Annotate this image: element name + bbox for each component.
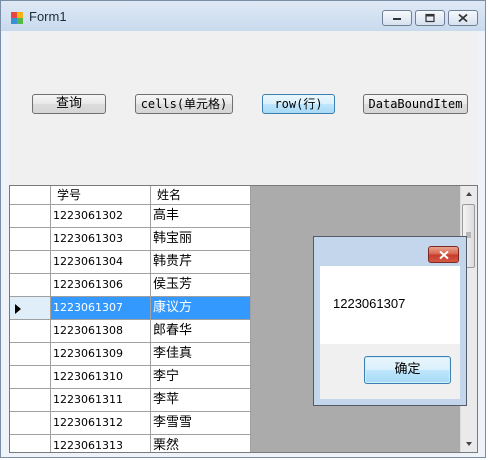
cell-id[interactable]: 1223061303 — [51, 228, 151, 251]
table-row[interactable]: 1223061302 高丰 — [10, 205, 251, 228]
minimize-button[interactable] — [382, 10, 412, 26]
row-header[interactable] — [10, 412, 51, 435]
cell-name[interactable]: 韩宝丽 — [151, 228, 251, 251]
arrow-down-icon — [466, 442, 472, 446]
arrow-up-icon — [466, 192, 472, 196]
table-row[interactable]: 1223061309 李佳真 — [10, 343, 251, 366]
maximize-icon — [425, 13, 435, 23]
title-bar[interactable]: Form1 — [1, 1, 485, 31]
table-row[interactable]: 1223061312 李雪雪 — [10, 412, 251, 435]
row-button[interactable]: row(行) — [262, 94, 335, 114]
cell-id[interactable]: 1223061313 — [51, 435, 151, 452]
cells-button[interactable]: cells(单元格) — [135, 94, 233, 114]
close-icon — [438, 250, 449, 259]
row-header[interactable] — [10, 366, 51, 389]
cell-id[interactable]: 1223061304 — [51, 251, 151, 274]
cell-id[interactable]: 1223061307 — [51, 297, 151, 320]
ok-button[interactable]: 确定 — [364, 356, 451, 384]
cell-name[interactable]: 李雪雪 — [151, 412, 251, 435]
cell-name[interactable]: 李苹 — [151, 389, 251, 412]
cell-name[interactable]: 高丰 — [151, 205, 251, 228]
databounditem-button[interactable]: DataBoundItem — [363, 94, 468, 114]
message-box: 1223061307 确定 — [313, 236, 467, 406]
maximize-button[interactable] — [415, 10, 445, 26]
table-row[interactable]: 1223061303 韩宝丽 — [10, 228, 251, 251]
row-header[interactable] — [10, 343, 51, 366]
window-title: Form1 — [29, 9, 67, 24]
message-body: 1223061307 — [320, 266, 460, 344]
message-footer: 确定 — [320, 344, 460, 399]
cell-id[interactable]: 1223061302 — [51, 205, 151, 228]
close-icon — [458, 13, 468, 23]
grid-corner-header[interactable] — [10, 186, 51, 205]
cell-name[interactable]: 郎春华 — [151, 320, 251, 343]
close-button[interactable] — [448, 10, 478, 26]
minimize-icon — [393, 18, 401, 20]
current-row-icon — [15, 304, 21, 314]
table-row[interactable]: 1223061310 李宁 — [10, 366, 251, 389]
scroll-down-button[interactable] — [461, 435, 477, 452]
table-row[interactable]: 1223061306 侯玉芳 — [10, 274, 251, 297]
table-row[interactable]: 1223061308 郎春华 — [10, 320, 251, 343]
table-row[interactable]: 1223061304 韩贵芹 — [10, 251, 251, 274]
row-header[interactable] — [10, 297, 51, 320]
row-header[interactable] — [10, 274, 51, 297]
cell-name[interactable]: 栗然 — [151, 435, 251, 452]
cell-name[interactable]: 韩贵芹 — [151, 251, 251, 274]
table-row[interactable]: 1223061311 李苹 — [10, 389, 251, 412]
cell-id[interactable]: 1223061306 — [51, 274, 151, 297]
app-icon — [11, 12, 23, 24]
cell-id[interactable]: 1223061308 — [51, 320, 151, 343]
message-text: 1223061307 — [333, 296, 406, 311]
message-close-button[interactable] — [428, 246, 459, 263]
cell-id[interactable]: 1223061311 — [51, 389, 151, 412]
row-header[interactable] — [10, 435, 51, 452]
table-row[interactable]: 1223061307 康议方 — [10, 297, 251, 320]
cell-name[interactable]: 侯玉芳 — [151, 274, 251, 297]
cell-name[interactable]: 康议方 — [151, 297, 251, 320]
query-button[interactable]: 查询 — [32, 94, 106, 114]
cell-name[interactable]: 李宁 — [151, 366, 251, 389]
row-header[interactable] — [10, 228, 51, 251]
row-header[interactable] — [10, 389, 51, 412]
scroll-up-button[interactable] — [461, 186, 477, 203]
cell-name[interactable]: 李佳真 — [151, 343, 251, 366]
cell-id[interactable]: 1223061309 — [51, 343, 151, 366]
column-header-id[interactable]: 学号 — [51, 186, 151, 205]
cell-id[interactable]: 1223061312 — [51, 412, 151, 435]
table-row[interactable]: 1223061313 栗然 — [10, 435, 251, 452]
row-header[interactable] — [10, 251, 51, 274]
cell-id[interactable]: 1223061310 — [51, 366, 151, 389]
row-header[interactable] — [10, 205, 51, 228]
row-header[interactable] — [10, 320, 51, 343]
column-header-name[interactable]: 姓名 — [151, 186, 251, 205]
